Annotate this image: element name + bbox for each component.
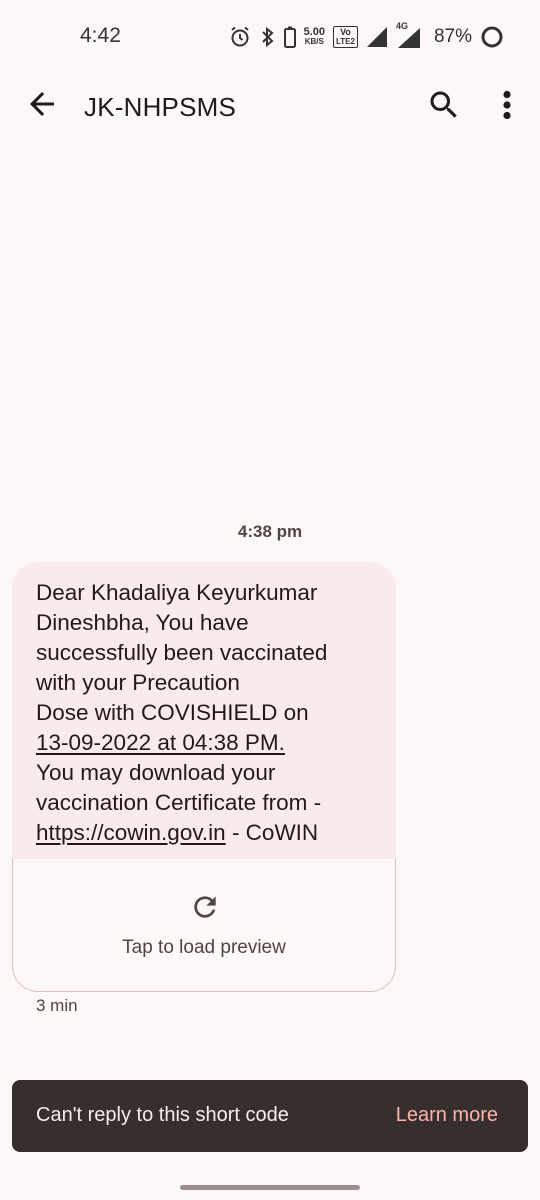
volte-icon: Vo LTE2 bbox=[333, 26, 358, 48]
gesture-nav-handle[interactable] bbox=[180, 1185, 360, 1190]
message-line-suffix: - CoWIN bbox=[225, 820, 319, 845]
bluetooth-icon bbox=[260, 25, 276, 49]
battery-saver-icon bbox=[283, 25, 296, 49]
message-line: Dose with COVISHIELD on bbox=[36, 700, 309, 725]
message-age: 3 min bbox=[36, 996, 78, 1015]
net-speed-value: 5.00 bbox=[303, 26, 325, 38]
message-line: successfully been vaccinated bbox=[36, 640, 328, 665]
signal-4g-icon: 4G bbox=[396, 21, 422, 49]
net-speed: 5.00 KB/S bbox=[303, 26, 325, 47]
tap-to-load-preview: Tap to load preview bbox=[122, 937, 286, 958]
link-preview-card[interactable]: Tap to load preview bbox=[12, 859, 396, 992]
alarm-icon bbox=[228, 25, 252, 49]
cowin-url-link[interactable]: https://cowin.gov.in bbox=[36, 820, 226, 845]
net-speed-unit: KB/S bbox=[304, 37, 324, 46]
learn-more-button[interactable]: Learn more bbox=[396, 1104, 498, 1127]
refresh-icon bbox=[194, 896, 216, 918]
volte-bottom: LTE2 bbox=[336, 37, 355, 46]
network-type: 4G bbox=[395, 21, 408, 31]
search-icon bbox=[430, 91, 457, 118]
message-line: Dear Khadaliya Keyurkumar bbox=[36, 580, 318, 605]
message-line: You may download your bbox=[36, 760, 276, 785]
message-line: vaccination Certificate from - bbox=[36, 790, 322, 815]
battery-ring-icon bbox=[480, 25, 504, 49]
status-time: 4:42 bbox=[80, 24, 121, 47]
app-bar: JK-NHPSMS bbox=[0, 72, 540, 138]
back-arrow-icon bbox=[30, 92, 54, 116]
back-button[interactable] bbox=[24, 86, 60, 122]
search-button[interactable] bbox=[426, 87, 462, 123]
more-options-button[interactable] bbox=[492, 87, 522, 123]
signal-icon bbox=[366, 26, 388, 48]
status-icons: 5.00 KB/S Vo LTE2 4G 87% bbox=[228, 21, 504, 52]
more-vert-icon bbox=[503, 90, 511, 120]
snackbar-message: Can't reply to this short code bbox=[36, 1104, 289, 1126]
message-line: Dineshbha, You have bbox=[36, 610, 249, 635]
battery-percent: 87% bbox=[433, 26, 472, 47]
message-bubble[interactable]: Dear Khadaliya Keyurkumar Dineshbha, You… bbox=[12, 562, 396, 992]
conversation-title: JK-NHPSMS bbox=[84, 92, 237, 122]
status-bar: 4:42 5.00 KB/S Vo LTE2 4G 87% bbox=[0, 0, 540, 72]
volte-top: Vo bbox=[340, 27, 351, 37]
message-timestamp: 4:38 pm bbox=[237, 522, 303, 541]
date-link[interactable]: 13-09-2022 at 04:38 PM. bbox=[36, 730, 285, 755]
message-text: Dear Khadaliya Keyurkumar Dineshbha, You… bbox=[12, 562, 396, 859]
snackbar: Can't reply to this short code Learn mor… bbox=[12, 1080, 528, 1152]
message-line: with your Precaution bbox=[36, 670, 240, 695]
